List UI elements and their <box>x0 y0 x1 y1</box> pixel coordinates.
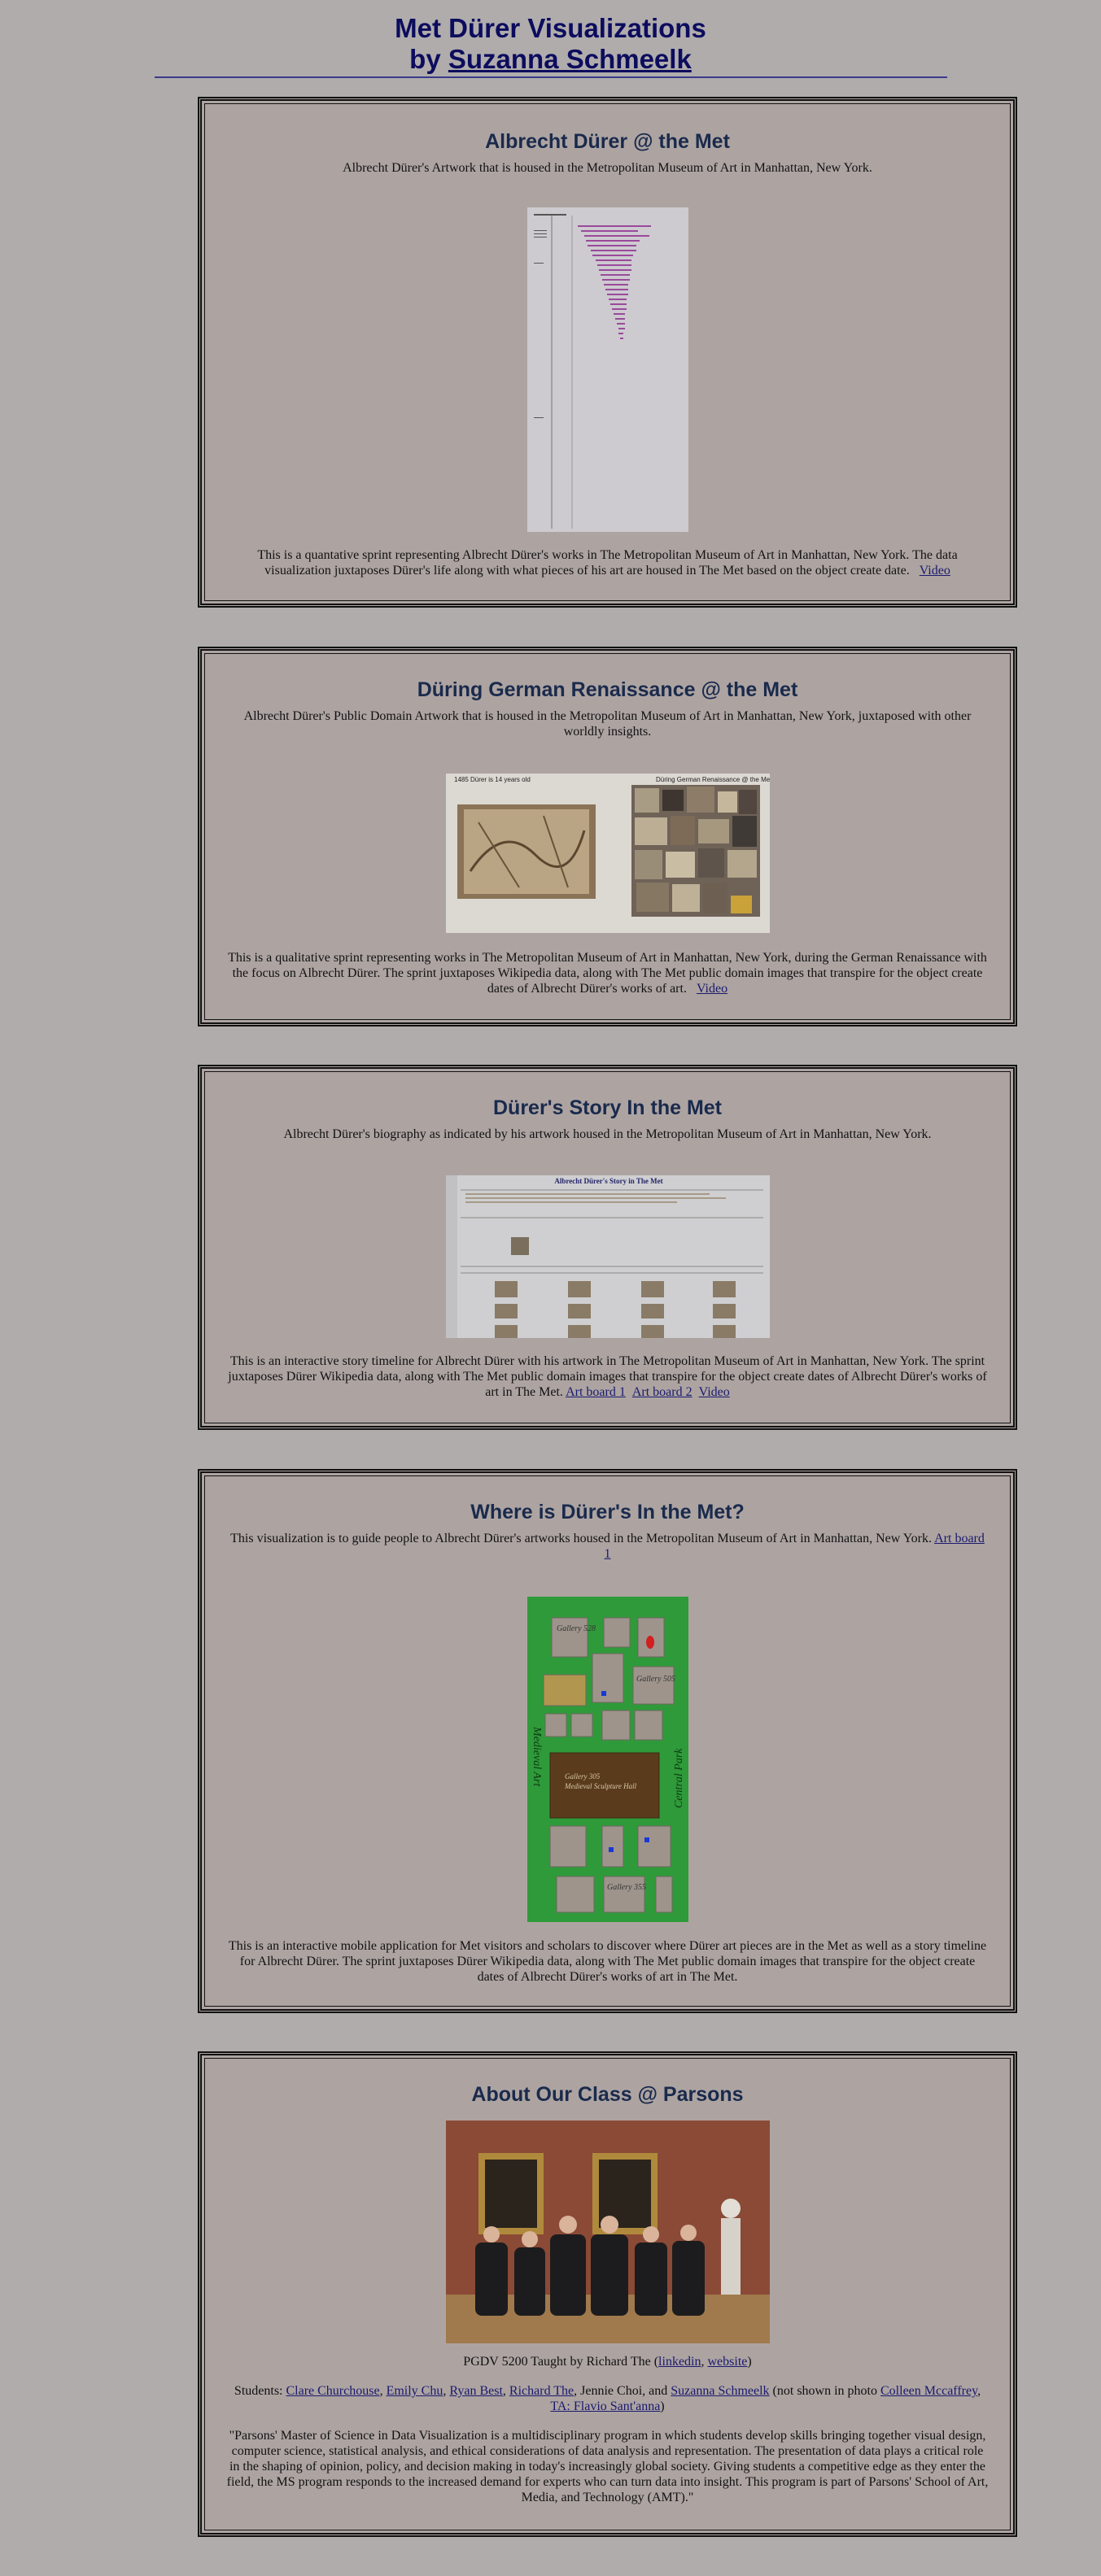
artwork-marker-red <box>645 1636 654 1649</box>
section-title: Düring German Renaissance @ the Met <box>417 678 798 701</box>
students-line: Students: Clare Churchouse, Emily Chu, R… <box>234 2384 981 2413</box>
student-link[interactable]: Emily Chu <box>387 2384 443 2398</box>
page-header: Met Dürer Visualizations by Suzanna Schm… <box>0 0 1101 78</box>
video-link[interactable]: Video <box>920 564 950 578</box>
section-german-renaissance: Düring German Renaissance @ the Met Albr… <box>198 647 1017 1026</box>
page-title: Met Dürer Visualizations <box>395 13 706 43</box>
program-quote: "Parsons' Master of Science in Data Visu… <box>226 2429 989 2504</box>
gallery-305-label: Gallery 305 <box>565 1772 601 1781</box>
section-title: Where is Dürer's In the Met? <box>470 1501 745 1523</box>
section-subtitle: This visualization is to guide people to… <box>230 1532 985 1561</box>
class-photo-graphic <box>445 2121 770 2343</box>
linkedin-link[interactable]: linkedin <box>658 2355 701 2369</box>
collage-caption-left: 1485 Dürer is 14 years old <box>454 776 531 783</box>
timeline-chart-image <box>526 207 688 532</box>
renaissance-collage-graphic: 1485 Dürer is 14 years old Düring German… <box>445 774 770 933</box>
section-subtitle: Albrecht Dürer's Artwork that is housed … <box>343 161 872 175</box>
section-durer-at-met: Albrecht Dürer @ the Met Albrecht Dürer'… <box>198 97 1017 608</box>
story-timeline-graphic: Albrecht Dürer's Story in The Met <box>445 1175 770 1338</box>
section-about-class: About Our Class @ Parsons PGDV 5200 Taug… <box>198 2051 1017 2537</box>
story-image-title: Albrecht Dürer's Story in The Met <box>554 1177 662 1185</box>
section-title: Dürer's Story In the Met <box>493 1096 722 1119</box>
artwork-marker-blue <box>601 1691 606 1696</box>
student-link[interactable]: Suzanna Schmeelk <box>671 2384 769 2398</box>
art-board-1-link[interactable]: Art board 1 <box>566 1385 626 1399</box>
taught-by-line: PGDV 5200 Taught by Richard The (linkedi… <box>463 2355 752 2369</box>
ta-link[interactable]: TA: Flavio Sant'anna <box>550 2399 660 2413</box>
section-description: This is a qualitative sprint representin… <box>228 951 987 996</box>
renaissance-collage-image: 1485 Dürer is 14 years old Düring German… <box>445 774 770 933</box>
section-title: Albrecht Dürer @ the Met <box>485 130 730 153</box>
section-subtitle: Albrecht Dürer's Public Domain Artwork t… <box>243 709 972 739</box>
class-photo <box>445 2121 770 2343</box>
section-subtitle: Albrecht Dürer's biography as indicated … <box>283 1127 932 1141</box>
art-board-2-link[interactable]: Art board 2 <box>632 1385 692 1399</box>
student-link[interactable]: Clare Churchouse <box>286 2384 379 2398</box>
section-description: This is an interactive mobile applicatio… <box>228 1939 987 1984</box>
student-link[interactable]: Colleen Mccaffrey <box>880 2384 977 2398</box>
student-link[interactable]: Richard The <box>509 2384 574 2398</box>
met-map-image: Gallery 528 Gallery 505 Gallery 305 Medi… <box>526 1597 688 1922</box>
story-timeline-image: Albrecht Dürer's Story in The Met <box>445 1175 770 1338</box>
medieval-art-label: Medieval Art <box>531 1726 543 1787</box>
artwork-marker-blue <box>644 1837 649 1842</box>
author-link[interactable]: Suzanna Schmeelk <box>448 44 692 74</box>
section-durer-story: Dürer's Story In the Met Albrecht Dürer'… <box>198 1065 1017 1430</box>
central-park-label: Central Park <box>673 1748 685 1808</box>
student-link[interactable]: Ryan Best <box>449 2384 503 2398</box>
section-title: About Our Class @ Parsons <box>471 2083 744 2106</box>
gallery-355-label: Gallery 355 <box>607 1883 646 1892</box>
video-link[interactable]: Video <box>699 1385 730 1399</box>
timeline-chart-graphic <box>526 207 688 532</box>
collage-caption-right: Düring German Renaissance @ the Met <box>656 776 770 783</box>
page-byline: by Suzanna Schmeelk <box>409 44 692 74</box>
gallery-528-label: Gallery 528 <box>557 1624 596 1633</box>
section-description: This is a quantative sprint representing… <box>257 548 958 578</box>
section-description: This is an interactive story timeline fo… <box>228 1354 987 1399</box>
section-where-is-durer: Where is Dürer's In the Met? This visual… <box>198 1469 1017 2013</box>
artwork-marker-blue <box>608 1847 614 1852</box>
video-link[interactable]: Video <box>697 982 727 996</box>
gallery-305-sublabel: Medieval Sculpture Hall <box>564 1782 637 1790</box>
header-divider <box>154 76 947 78</box>
website-link[interactable]: website <box>707 2355 747 2369</box>
gallery-505-label: Gallery 505 <box>636 1675 675 1684</box>
met-map-graphic: Gallery 528 Gallery 505 Gallery 305 Medi… <box>526 1597 688 1922</box>
